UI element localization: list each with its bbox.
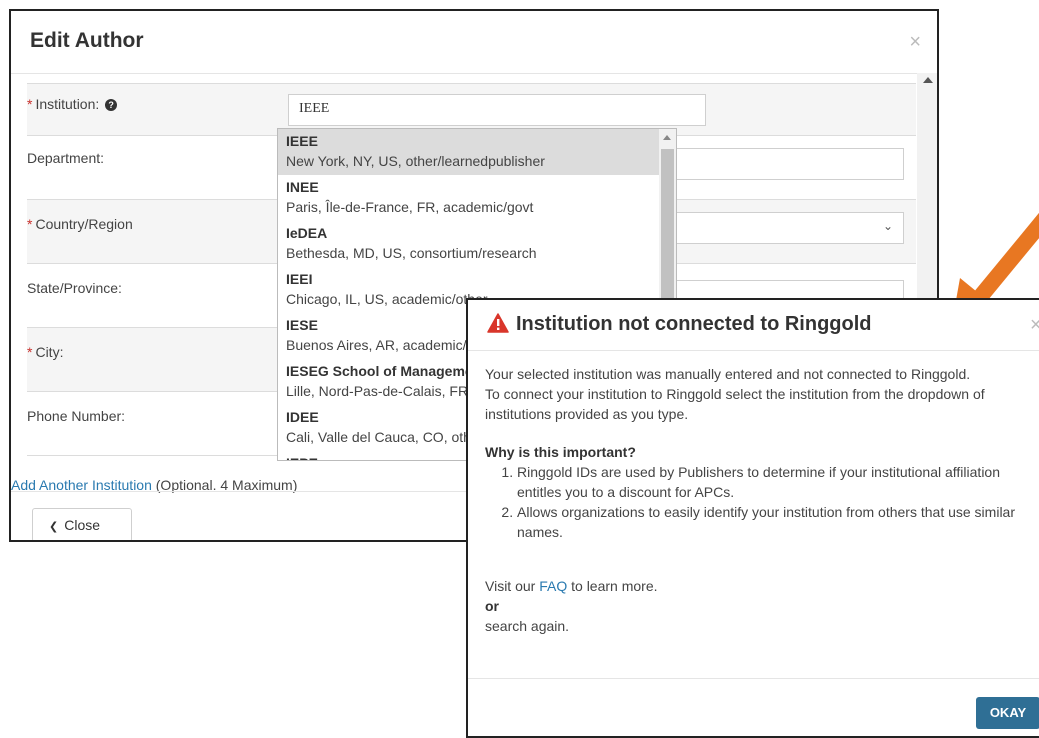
- required-marker: *: [27, 96, 33, 112]
- question-circle-icon[interactable]: ?: [105, 99, 118, 112]
- reasons-list: Ringgold IDs are used by Publishers to d…: [485, 462, 1039, 542]
- option-name: IEEI: [286, 271, 313, 287]
- country-label: Country/Region: [35, 216, 133, 232]
- faq-link[interactable]: FAQ: [539, 578, 567, 594]
- option-name: INEE: [286, 179, 319, 195]
- ringgold-warning-modal: Institution not connected to Ringgold × …: [466, 298, 1039, 738]
- chevron-left-icon: ❮: [49, 521, 59, 533]
- warning-triangle-icon: [487, 313, 509, 333]
- ringgold-modal-footer: OKAY: [468, 678, 1039, 736]
- ringgold-modal-title: Institution not connected to Ringgold: [516, 313, 872, 335]
- option-location: Bethesda, MD, US, consortium/research: [286, 245, 537, 261]
- ringgold-modal-body: Your selected institution was manually e…: [485, 364, 1039, 636]
- country-label-wrap: * Country/Region: [27, 216, 133, 232]
- institution-label-wrap: * Institution: ?: [27, 96, 118, 112]
- institution-input[interactable]: IEEE: [288, 94, 706, 126]
- intro-line-1: Your selected institution was manually e…: [485, 366, 971, 382]
- chevron-down-icon: ⌄: [882, 219, 893, 233]
- close-button[interactable]: ❮ Close: [32, 508, 132, 540]
- ringgold-modal-header: Institution not connected to Ringgold ×: [468, 300, 1039, 351]
- or-text: or: [485, 598, 499, 614]
- why-heading: Why is this important?: [485, 444, 636, 460]
- phone-label: Phone Number:: [27, 408, 126, 424]
- option-location: New York, NY, US, other/learnedpublisher: [286, 153, 545, 169]
- close-icon[interactable]: ×: [1030, 314, 1039, 337]
- reason-item: Ringgold IDs are used by Publishers to d…: [517, 462, 1039, 502]
- dropdown-option[interactable]: INEE Paris, Île-de-France, FR, academic/…: [278, 175, 676, 221]
- option-name: IEEE: [286, 133, 318, 149]
- state-label: State/Province:: [27, 280, 122, 296]
- scroll-up-icon[interactable]: [923, 77, 933, 83]
- city-label-wrap: * City:: [27, 344, 63, 360]
- okay-button[interactable]: OKAY: [976, 697, 1039, 729]
- institution-label: Institution:: [35, 96, 100, 112]
- dropdown-option[interactable]: IEEE New York, NY, US, other/learnedpubl…: [278, 129, 676, 175]
- visit-suffix: to learn more.: [571, 578, 658, 594]
- dropdown-option[interactable]: IeDEA Bethesda, MD, US, consortium/resea…: [278, 221, 676, 267]
- required-marker: *: [27, 216, 33, 232]
- scroll-up-icon[interactable]: [663, 135, 671, 140]
- visit-prefix: Visit our: [485, 578, 536, 594]
- edit-author-title: Edit Author: [30, 29, 144, 52]
- option-name: IeDEA: [286, 225, 328, 241]
- required-marker: *: [27, 344, 33, 360]
- option-location: Paris, Île-de-France, FR, academic/govt: [286, 199, 534, 215]
- close-icon[interactable]: ×: [909, 31, 921, 54]
- city-label: City:: [35, 344, 64, 360]
- intro-line-2: To connect your institution to Ringgold …: [485, 386, 985, 422]
- department-label: Department:: [27, 150, 105, 166]
- edit-author-header: Edit Author ×: [11, 11, 937, 74]
- visit-faq-line: Visit our FAQ to learn more.: [485, 576, 1039, 596]
- search-again-text: search again.: [485, 618, 570, 634]
- close-button-label: Close: [64, 517, 101, 533]
- reason-item: Allows organizations to easily identify …: [517, 502, 1039, 542]
